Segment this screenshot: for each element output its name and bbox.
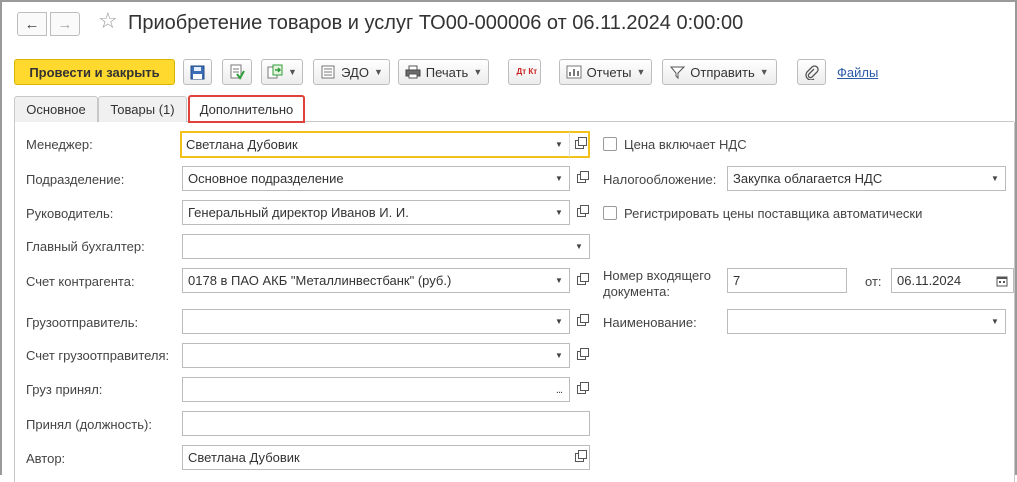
counterparty-account-field[interactable]: 0178 в ПАО АКБ "Металлинвестбанк" (руб.)… [182, 268, 570, 293]
create-based-on-icon [267, 64, 283, 79]
counterparty-account-value: 0178 в ПАО АКБ "Металлинвестбанк" (руб.) [188, 273, 452, 288]
dt-kt-icon: Дт Кт [516, 67, 538, 76]
open-form-icon[interactable] [569, 132, 589, 157]
edo-button[interactable]: ЭДО ▼ [313, 59, 390, 85]
shipper-field[interactable]: ▼ [182, 309, 570, 334]
open-form-icon[interactable] [571, 268, 591, 293]
open-form-icon[interactable] [571, 309, 591, 334]
chief-accountant-field[interactable]: ▼ [182, 234, 590, 259]
manager-value: Светлана Дубовик [186, 137, 298, 152]
author-field[interactable]: Светлана Дубовик [182, 445, 590, 470]
taxation-label: Налогообложение: [603, 172, 717, 187]
reports-icon [566, 65, 582, 79]
chevron-down-icon: ▼ [759, 67, 769, 77]
incoming-doc-from-label: от: [865, 274, 882, 289]
cargo-received-field[interactable]: ... [182, 377, 570, 402]
register-prices-label: Регистрировать цены поставщика автоматич… [624, 206, 923, 221]
tab-main[interactable]: Основное [14, 96, 98, 122]
shipper-account-field[interactable]: ▼ [182, 343, 570, 368]
incoming-doc-date-field[interactable]: 06.11.2024 [891, 268, 1014, 293]
dropdown-arrow-icon[interactable]: ▼ [549, 167, 569, 190]
attach-files-button[interactable] [797, 59, 826, 85]
forward-button[interactable]: → [50, 12, 80, 36]
dropdown-arrow-icon[interactable]: ▼ [569, 235, 589, 258]
print-button[interactable]: Печать ▼ [398, 59, 489, 85]
send-button[interactable]: Отправить ▼ [662, 59, 777, 85]
tab-additional[interactable]: Дополнительно [188, 95, 305, 123]
author-label: Автор: [26, 451, 66, 466]
head-label: Руководитель: [26, 206, 114, 221]
taxation-field[interactable]: Закупка облагается НДС ▼ [727, 166, 1006, 191]
reports-button[interactable]: Отчеты ▼ [559, 59, 652, 85]
chevron-down-icon: ▼ [373, 67, 383, 77]
files-link[interactable]: Файлы [837, 65, 878, 80]
head-value: Генеральный директор Иванов И. И. [188, 205, 409, 220]
back-button[interactable]: ← [17, 12, 47, 36]
incoming-doc-label-line1: Номер входящего [603, 268, 711, 283]
edo-label: ЭДО [341, 64, 369, 80]
counterparty-account-label: Счет контрагента: [26, 274, 135, 289]
arrow-right-icon: → [57, 15, 73, 33]
create-based-on-button[interactable]: ▼ [261, 59, 303, 85]
taxation-value: Закупка облагается НДС [733, 171, 883, 186]
received-position-label: Принял (должность): [26, 417, 152, 432]
dropdown-arrow-icon[interactable]: ▼ [549, 201, 569, 224]
department-label: Подразделение: [26, 172, 125, 187]
select-ellipsis-icon[interactable]: ... [549, 378, 569, 401]
name-label: Наименование: [603, 315, 697, 330]
dt-kt-button[interactable]: Дт Кт [508, 59, 541, 85]
received-position-field[interactable] [182, 411, 590, 436]
incoming-doc-date-value: 06.11.2024 [897, 273, 962, 288]
calendar-icon[interactable] [991, 269, 1013, 292]
dropdown-arrow-icon[interactable]: ▼ [549, 269, 569, 292]
department-value: Основное подразделение [188, 171, 344, 186]
arrow-left-icon: ← [24, 15, 40, 33]
shipper-account-label: Счет грузоотправителя: [26, 348, 170, 363]
reports-label: Отчеты [586, 64, 632, 80]
dropdown-arrow-icon[interactable]: ▼ [985, 310, 1005, 333]
open-form-icon[interactable] [571, 200, 591, 225]
open-form-icon[interactable] [571, 377, 591, 402]
shipper-label: Грузоотправитель: [26, 315, 139, 330]
paperclip-icon [804, 64, 819, 80]
dropdown-arrow-icon[interactable]: ▼ [549, 310, 569, 333]
save-button[interactable] [183, 59, 212, 85]
print-label: Печать [425, 64, 469, 80]
open-form-icon[interactable] [569, 446, 589, 469]
favorite-star-icon[interactable]: ☆ [98, 8, 118, 34]
post-document-icon [230, 64, 245, 80]
cargo-received-label: Груз принял: [26, 382, 103, 397]
dropdown-arrow-icon[interactable]: ▼ [549, 132, 569, 157]
price-includes-vat-checkbox[interactable] [603, 137, 617, 151]
name-field[interactable]: ▼ [727, 309, 1006, 334]
document-window: ← → ☆ Приобретение товаров и услуг ТО00-… [0, 0, 1017, 482]
edo-icon [321, 65, 335, 79]
author-value: Светлана Дубовик [188, 450, 300, 465]
department-field[interactable]: Основное подразделение ▼ [182, 166, 570, 191]
open-form-icon[interactable] [571, 166, 591, 191]
incoming-doc-number-field[interactable]: 7 [727, 268, 847, 293]
send-label: Отправить [690, 64, 755, 80]
dropdown-arrow-icon[interactable]: ▼ [985, 167, 1005, 190]
dropdown-arrow-icon[interactable]: ▼ [549, 344, 569, 367]
post-button[interactable] [222, 59, 252, 85]
incoming-doc-label-line2: документа: [603, 284, 670, 299]
printer-icon [405, 65, 421, 79]
incoming-doc-number-value: 7 [733, 273, 741, 288]
window-title: Приобретение товаров и услуг ТО00-000006… [128, 12, 744, 34]
price-includes-vat-label: Цена включает НДС [624, 137, 747, 152]
chevron-down-icon: ▼ [636, 67, 646, 77]
open-form-icon[interactable] [571, 343, 591, 368]
chevron-down-icon: ▼ [288, 67, 297, 77]
head-field[interactable]: Генеральный директор Иванов И. И. ▼ [182, 200, 570, 225]
chief-accountant-label: Главный бухгалтер: [26, 239, 145, 254]
chevron-down-icon: ▼ [473, 67, 483, 77]
post-and-close-button[interactable]: Провести и закрыть [14, 59, 175, 85]
tab-goods[interactable]: Товары (1) [98, 96, 187, 122]
floppy-disk-icon [190, 65, 205, 79]
manager-label: Менеджер: [26, 137, 93, 152]
send-icon [670, 66, 686, 79]
manager-field[interactable]: Светлана Дубовик ▼ [180, 131, 590, 158]
register-prices-checkbox[interactable] [603, 206, 617, 220]
